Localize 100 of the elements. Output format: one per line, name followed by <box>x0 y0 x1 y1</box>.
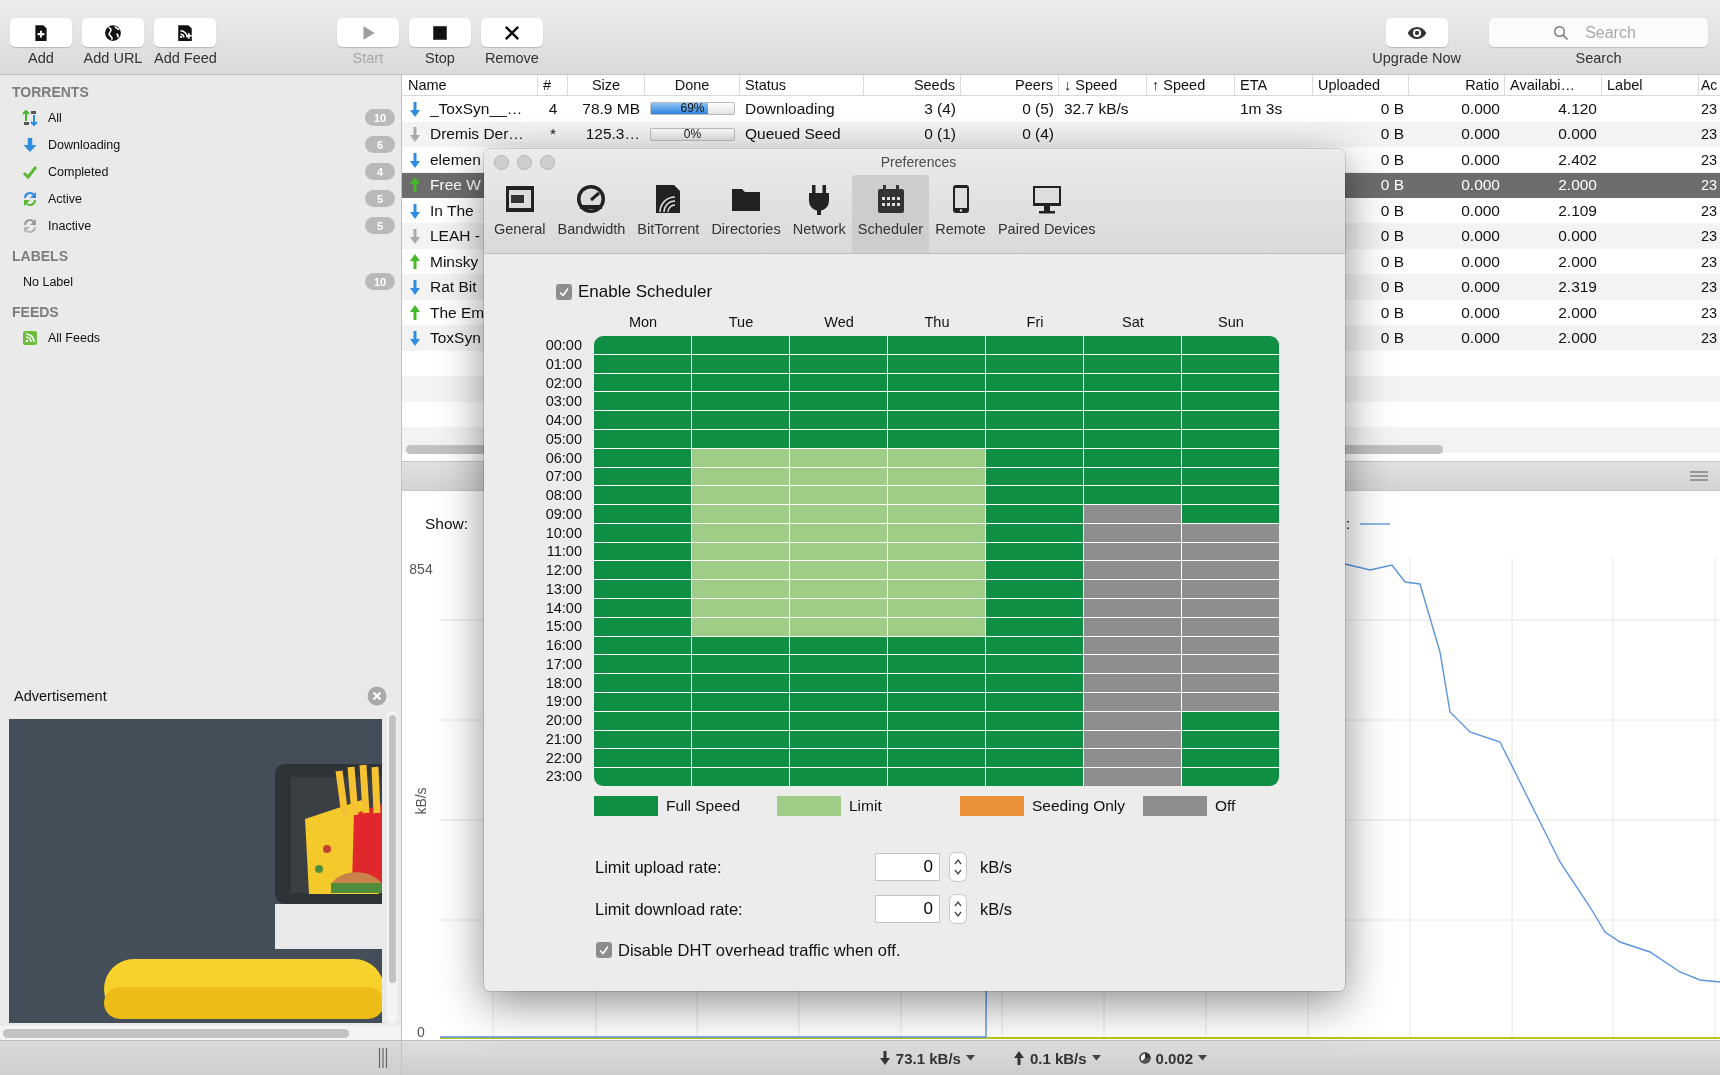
table-cell: Rat Bit <box>430 278 477 297</box>
row-label: 06:00 <box>544 448 582 468</box>
table-cell-text: 23 <box>1700 151 1719 168</box>
row-label: 19:00 <box>544 692 582 711</box>
button-label: Upgrade Now <box>1372 50 1461 66</box>
axis-title: kB/s <box>413 786 429 815</box>
column-header: Sun <box>1217 313 1245 332</box>
button-label: Add <box>28 50 54 66</box>
checkbox-label: Disable DHT overhead traffic when off. <box>618 940 901 960</box>
table-cell-text: 2.000 <box>1557 252 1598 271</box>
table-cell: LEAH - <box>430 227 480 246</box>
table-cell-text: 0.000 <box>1460 125 1501 144</box>
table-cell-text: 0.000 <box>1557 125 1598 144</box>
button-label: Stop <box>424 50 455 66</box>
field-label: Limit upload rate: <box>595 857 723 877</box>
table-cell-text: 78.9 MB <box>581 99 641 118</box>
table-cell-text: 4.120 <box>1557 99 1598 118</box>
row-label: 18:00 <box>544 673 582 693</box>
column-header: Sat <box>1121 313 1145 332</box>
table-cell-text: 23 <box>1700 253 1719 270</box>
table-cell-text: Downloading <box>744 99 836 118</box>
row-label: 12:00 <box>544 561 582 580</box>
table-cell-text: 0.000 <box>1557 227 1598 246</box>
table-cell-text: 4 <box>547 99 559 118</box>
button-label: Add Feed <box>154 50 217 66</box>
axis-label: 0 <box>417 1024 425 1040</box>
table-cell-text: 0 (1) <box>923 125 957 144</box>
count-badge: 10 <box>365 273 395 290</box>
table-cell: _ToxSyn__… <box>430 99 523 118</box>
table-cell-text: 0.000 <box>1460 329 1501 348</box>
unit-label: kB/s <box>980 857 1013 877</box>
legend-label: : <box>1345 515 1350 533</box>
column-header: Wed <box>823 313 855 332</box>
button-label: Remove <box>484 50 539 66</box>
row-label: 00:00 <box>544 336 582 355</box>
row-label: 03:00 <box>544 392 582 411</box>
count-badge: 10 <box>365 109 395 126</box>
legend-label: Seeding Only <box>1032 797 1126 815</box>
table-cell-text: 23 <box>1700 177 1719 194</box>
row-label: 16:00 <box>544 636 582 655</box>
row-label: 09:00 <box>544 504 582 524</box>
table-cell-text: 23 <box>1700 330 1719 347</box>
field-label: Limit download rate: <box>595 899 744 919</box>
row-label: 21:00 <box>544 729 582 749</box>
row-label: 22:00 <box>544 748 582 768</box>
table-cell-text: 0 B <box>1379 176 1405 195</box>
table-cell-text: 0 B <box>1379 329 1405 348</box>
table-cell-text: 0 B <box>1379 99 1405 118</box>
checkbox-label: Enable Scheduler <box>578 282 713 302</box>
row-label: 20:00 <box>544 711 582 730</box>
table-cell-text: 0 (4) <box>1021 125 1055 144</box>
row-label: 02:00 <box>544 373 582 393</box>
table-cell: The Em <box>430 303 485 322</box>
table-cell-text: 2.000 <box>1557 303 1598 322</box>
table-cell-text: 0 B <box>1379 278 1405 297</box>
column-header: Fri <box>1025 313 1045 332</box>
table-cell-text: 23 <box>1700 126 1719 143</box>
table-cell-text: 0 B <box>1379 150 1405 169</box>
row-label: 23:00 <box>544 767 582 786</box>
table-cell-text: 0 B <box>1379 125 1405 144</box>
table-cell-text: 0.000 <box>1460 252 1501 271</box>
table-cell-text: 23 <box>1700 304 1719 321</box>
column-header: Tue <box>727 313 755 332</box>
table-cell-text: 0.000 <box>1460 176 1501 195</box>
table-cell-text: 23 <box>1700 279 1719 296</box>
table-cell-text: 32.7 kB/s <box>1063 99 1130 118</box>
row-label: 15:00 <box>544 617 582 636</box>
legend-label: Full Speed <box>666 797 741 815</box>
table-cell-text: 2.319 <box>1557 278 1598 297</box>
button-label: Add URL <box>83 50 143 66</box>
count-badge: 4 <box>365 163 395 180</box>
table-cell: elemen <box>430 150 481 169</box>
table-cell-text: 0 B <box>1379 201 1405 220</box>
table-cell-text: 23 <box>1700 228 1719 245</box>
table-cell-text: 0.000 <box>1460 99 1501 118</box>
ad-heading: Advertisement <box>14 688 107 704</box>
table-cell-text: 2.402 <box>1557 150 1598 169</box>
button-label: Start <box>352 50 384 66</box>
legend-label: Limit <box>849 797 882 815</box>
table-cell-text: * <box>548 125 557 144</box>
row-label: 04:00 <box>544 411 582 430</box>
axis-label: 854 <box>409 561 433 577</box>
section-header: FEEDS <box>11 303 60 322</box>
table-cell-text: Queued Seed <box>744 125 842 144</box>
row-label: 07:00 <box>544 467 582 486</box>
row-label: 10:00 <box>544 523 582 543</box>
field-label: Search <box>1575 50 1622 66</box>
table-cell-text: 0.000 <box>1460 201 1501 220</box>
column-header: Thu <box>923 313 951 332</box>
progress-label: 0% <box>682 126 703 141</box>
table-cell-text: 23 <box>1700 100 1719 117</box>
table-cell: In The <box>430 201 474 220</box>
row-label: 14:00 <box>544 598 582 618</box>
table-cell-text: 0.000 <box>1460 227 1501 246</box>
table-cell: ToxSyn <box>430 329 481 348</box>
count-badge: 5 <box>365 190 395 207</box>
table-cell-text: 0 B <box>1379 252 1405 271</box>
table-cell-text: 2.000 <box>1557 329 1598 348</box>
table-cell-text: 2.109 <box>1557 201 1598 220</box>
row-label: 11:00 <box>545 542 582 561</box>
